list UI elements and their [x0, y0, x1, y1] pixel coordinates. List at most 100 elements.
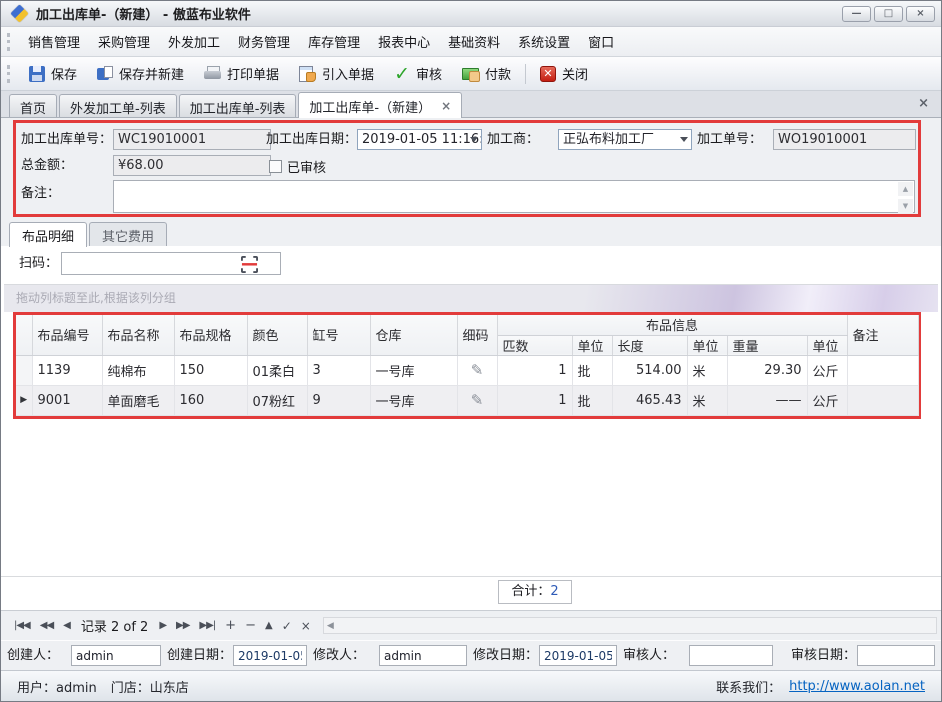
payment-icon — [462, 68, 479, 80]
nav-first-icon[interactable]: |◀◀ — [9, 620, 35, 631]
menu-sales[interactable]: 销售管理 — [19, 28, 89, 55]
menu-window[interactable]: 窗口 — [579, 28, 623, 55]
toolbar-separator — [525, 64, 526, 84]
auditor-field[interactable] — [689, 645, 773, 666]
col-header-vat[interactable]: 缸号 — [307, 315, 370, 355]
horizontal-scrollbar[interactable]: ◀ — [323, 617, 937, 634]
dropdown-arrow-icon — [470, 137, 478, 142]
modifier-field[interactable] — [379, 645, 467, 666]
col-group-fabric-info[interactable]: 布品信息 — [497, 315, 847, 335]
nav-delete-icon[interactable]: − — [240, 618, 260, 633]
col-header-warehouse[interactable]: 仓库 — [370, 315, 457, 355]
col-header-pieces-unit[interactable]: 单位 — [572, 335, 612, 355]
work-order-label: 加工单号： — [697, 129, 762, 150]
remark-scrollbar[interactable]: ▲ ▼ — [898, 182, 913, 213]
save-and-new-button[interactable]: 保存并新建 — [87, 60, 194, 87]
group-by-band[interactable]: 拖动列标题至此,根据该列分组 — [4, 284, 938, 312]
close-document-button[interactable]: ✕ 关闭 — [530, 60, 598, 87]
content-area: 加工出库单号： 加工出库日期： 2019-01-05 11:16:5 加工商： … — [1, 118, 941, 671]
audit-button[interactable]: ✓ 审核 — [384, 60, 452, 87]
vendor-label: 加工商： — [487, 129, 539, 150]
nav-prev-page-icon[interactable]: ◀◀ — [35, 620, 58, 631]
menu-finance[interactable]: 财务管理 — [229, 28, 299, 55]
scan-input[interactable] — [61, 252, 281, 275]
col-header-remark[interactable]: 备注 — [847, 315, 918, 355]
save-button[interactable]: 保存 — [19, 60, 87, 87]
audit-date-field[interactable] — [857, 645, 935, 666]
menu-settings[interactable]: 系统设置 — [509, 28, 579, 55]
tab-home[interactable]: 首页 — [9, 94, 57, 117]
minimize-button[interactable]: — — [842, 6, 871, 22]
menu-purchase[interactable]: 采购管理 — [89, 28, 159, 55]
tab-fabric-detail[interactable]: 布品明细 — [9, 222, 87, 247]
create-date-field[interactable] — [233, 645, 307, 666]
col-header-name[interactable]: 布品名称 — [102, 315, 174, 355]
remark-label: 备注： — [21, 183, 60, 204]
nav-prev-icon[interactable]: ◀ — [58, 620, 75, 631]
nav-add-icon[interactable]: + — [220, 618, 240, 633]
tab-other-fees[interactable]: 其它费用 — [89, 222, 167, 246]
edit-pencil-icon[interactable]: ✎ — [471, 361, 484, 379]
grid-row[interactable]: 1139 纯棉布 150 01柔白 3 一号库 ✎ 1 批 514.00 米 2… — [16, 355, 918, 385]
print-button[interactable]: 打印单据 — [194, 60, 289, 87]
contact-label: 联系我们： — [716, 677, 781, 696]
order-date-picker[interactable]: 2019-01-05 11:16:5 — [357, 129, 482, 150]
website-link[interactable]: http://www.aolan.net — [789, 679, 925, 694]
col-header-code[interactable]: 布品编号 — [32, 315, 102, 355]
nav-post-icon[interactable]: ✓ — [277, 619, 296, 633]
remark-field[interactable]: ▲ ▼ — [113, 180, 915, 213]
col-header-length[interactable]: 长度 — [612, 335, 687, 355]
col-header-length-unit[interactable]: 单位 — [687, 335, 727, 355]
menu-reports[interactable]: 报表中心 — [369, 28, 439, 55]
grid-row[interactable]: ▶ 9001 单面磨毛 160 07粉红 9 一号库 ✎ 1 批 465.43 … — [16, 385, 918, 415]
col-header-weight-unit[interactable]: 单位 — [807, 335, 847, 355]
amount-field[interactable] — [113, 155, 271, 176]
total-label: 合计： — [511, 584, 550, 599]
import-document-button[interactable]: 引入单据 — [289, 60, 384, 87]
tab-close-icon[interactable]: × — [441, 99, 451, 113]
col-header-pieces[interactable]: 匹数 — [497, 335, 572, 355]
record-count-text: 记录 2 of 2 — [75, 616, 154, 635]
audited-checkbox[interactable] — [269, 160, 282, 173]
nav-cancel-icon[interactable]: × — [296, 619, 315, 633]
tab-outbound-list[interactable]: 加工出库单-列表 — [179, 94, 297, 117]
edit-pencil-icon[interactable]: ✎ — [471, 391, 484, 409]
nav-last-icon[interactable]: ▶▶| — [194, 620, 220, 631]
document-tab-strip: 首页 外发加工单-列表 加工出库单-列表 加工出库单-（新建） × × — [1, 91, 941, 118]
toolbar-grip-icon — [7, 65, 12, 83]
pay-button[interactable]: 付款 — [452, 60, 521, 87]
close-button[interactable]: × — [906, 6, 935, 22]
save-icon — [29, 66, 45, 82]
maximize-button[interactable]: □ — [874, 6, 903, 22]
col-header-weight[interactable]: 重量 — [727, 335, 807, 355]
scan-row: 扫码： — [1, 252, 941, 278]
dropdown-arrow-icon — [680, 137, 688, 142]
modify-date-field[interactable] — [539, 645, 617, 666]
record-navigator: |◀◀ ◀◀ ◀ 记录 2 of 2 ▶ ▶▶ ▶▶| + − ▲ ✓ × ◀ — [1, 610, 941, 640]
scroll-left-icon[interactable]: ◀ — [324, 621, 334, 631]
work-order-field[interactable] — [773, 129, 916, 150]
import-icon — [299, 66, 316, 82]
nav-next-icon[interactable]: ▶ — [154, 620, 171, 631]
scroll-up-icon[interactable]: ▲ — [898, 182, 913, 196]
menu-inventory[interactable]: 库存管理 — [299, 28, 369, 55]
nav-next-page-icon[interactable]: ▶▶ — [171, 620, 194, 631]
order-date-label: 加工出库日期： — [266, 129, 357, 150]
vendor-select[interactable]: 正弘布料加工厂 — [558, 129, 692, 150]
menu-basedata[interactable]: 基础资料 — [439, 28, 509, 55]
barcode-scan-icon — [241, 256, 258, 277]
auditor-label: 审核人： — [623, 645, 675, 666]
tab-outbound-new[interactable]: 加工出库单-（新建） × — [298, 92, 462, 118]
col-header-fineweight[interactable]: 细码 — [457, 315, 497, 355]
scroll-down-icon[interactable]: ▼ — [898, 199, 913, 213]
tabstrip-close-icon[interactable]: × — [918, 96, 929, 111]
creator-field[interactable] — [71, 645, 161, 666]
tab-outsourcing-list[interactable]: 外发加工单-列表 — [59, 94, 177, 117]
status-store: 门店：山东店 — [111, 677, 189, 696]
menu-outsourcing[interactable]: 外发加工 — [159, 28, 229, 55]
order-no-field[interactable] — [113, 129, 271, 150]
col-header-spec[interactable]: 布品规格 — [174, 315, 247, 355]
col-header-color[interactable]: 颜色 — [247, 315, 307, 355]
nav-edit-icon[interactable]: ▲ — [260, 620, 277, 631]
row-indicator-header — [16, 315, 32, 355]
